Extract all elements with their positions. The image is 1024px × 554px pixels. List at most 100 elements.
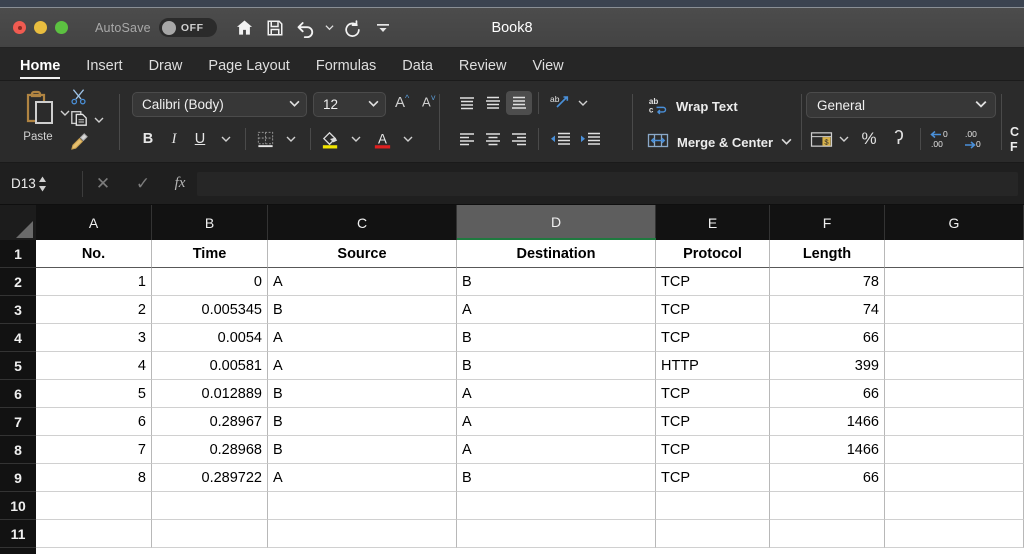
cell-D11[interactable] bbox=[457, 520, 656, 548]
cell-E6[interactable]: TCP bbox=[656, 380, 770, 408]
row-header-5[interactable]: 5 bbox=[0, 352, 36, 380]
row-header-1[interactable]: 1 bbox=[0, 240, 36, 268]
cell-B4[interactable]: 0.0054 bbox=[152, 324, 268, 352]
cell-A1[interactable]: No. bbox=[36, 240, 152, 268]
cell-D6[interactable]: A bbox=[457, 380, 656, 408]
paste-button[interactable]: Paste bbox=[16, 89, 60, 151]
align-bottom-button[interactable] bbox=[506, 91, 532, 115]
cell-E4[interactable]: TCP bbox=[656, 324, 770, 352]
cell-B2[interactable]: 0 bbox=[152, 268, 268, 296]
accounting-caret-icon[interactable] bbox=[834, 126, 854, 152]
cell-F11[interactable] bbox=[770, 520, 885, 548]
tab-data[interactable]: Data bbox=[389, 58, 446, 80]
cell-G4[interactable] bbox=[885, 324, 1024, 352]
row-header-11[interactable]: 11 bbox=[0, 520, 36, 548]
save-icon[interactable] bbox=[260, 13, 291, 43]
conditional-formatting-button[interactable]: C F bbox=[1010, 125, 1019, 155]
row-header-10[interactable]: 10 bbox=[0, 492, 36, 520]
column-header-a[interactable]: A bbox=[36, 205, 152, 240]
cell-C11[interactable] bbox=[268, 520, 457, 548]
column-header-g[interactable]: G bbox=[885, 205, 1024, 240]
tab-review[interactable]: Review bbox=[446, 58, 520, 80]
cancel-x-icon[interactable]: ✕ bbox=[83, 163, 123, 205]
borders-icon[interactable] bbox=[252, 126, 278, 152]
cell-A3[interactable]: 2 bbox=[36, 296, 152, 324]
tab-view[interactable]: View bbox=[519, 58, 576, 80]
row-header-3[interactable]: 3 bbox=[0, 296, 36, 324]
row-header-7[interactable]: 7 bbox=[0, 408, 36, 436]
cell-E5[interactable]: HTTP bbox=[656, 352, 770, 380]
column-header-b[interactable]: B bbox=[152, 205, 268, 240]
name-box-spinner-icon[interactable] bbox=[38, 176, 47, 192]
row-header-6[interactable]: 6 bbox=[0, 380, 36, 408]
cell-G1[interactable] bbox=[885, 240, 1024, 268]
cell-E2[interactable]: TCP bbox=[656, 268, 770, 296]
row-header-4[interactable]: 4 bbox=[0, 324, 36, 352]
cell-F6[interactable]: 66 bbox=[770, 380, 885, 408]
cell-G9[interactable] bbox=[885, 464, 1024, 492]
cell-D5[interactable]: B bbox=[457, 352, 656, 380]
cell-A5[interactable]: 4 bbox=[36, 352, 152, 380]
cell-C9[interactable]: A bbox=[268, 464, 457, 492]
formula-input[interactable] bbox=[197, 171, 1018, 196]
cell-F3[interactable]: 74 bbox=[770, 296, 885, 324]
wrap-text-button[interactable]: ab c Wrap Text bbox=[647, 95, 738, 118]
autosave-toggle[interactable]: OFF bbox=[158, 18, 217, 37]
borders-caret-icon[interactable] bbox=[278, 126, 304, 152]
cell-B11[interactable] bbox=[152, 520, 268, 548]
row-header-8[interactable]: 8 bbox=[0, 436, 36, 464]
cell-A7[interactable]: 6 bbox=[36, 408, 152, 436]
row-header-9[interactable]: 9 bbox=[0, 464, 36, 492]
underline-button[interactable]: U bbox=[187, 126, 213, 152]
cell-D9[interactable]: B bbox=[457, 464, 656, 492]
cell-G11[interactable] bbox=[885, 520, 1024, 548]
insert-function-icon[interactable]: fx bbox=[163, 163, 197, 205]
font-color-icon[interactable]: A bbox=[369, 126, 395, 152]
cell-D1[interactable]: Destination bbox=[457, 240, 656, 268]
copy-icon[interactable] bbox=[70, 109, 88, 132]
cell-G10[interactable] bbox=[885, 492, 1024, 520]
cell-C2[interactable]: A bbox=[268, 268, 457, 296]
column-header-f[interactable]: F bbox=[770, 205, 885, 240]
autosave-control[interactable]: AutoSave OFF bbox=[95, 18, 217, 37]
tab-home[interactable]: Home bbox=[7, 58, 73, 80]
cell-A9[interactable]: 8 bbox=[36, 464, 152, 492]
cell-F8[interactable]: 1466 bbox=[770, 436, 885, 464]
number-format-select[interactable]: General bbox=[806, 92, 996, 118]
name-box[interactable]: D13 bbox=[0, 163, 72, 205]
font-size-select[interactable]: 12 bbox=[313, 92, 386, 117]
align-left-button[interactable] bbox=[454, 127, 480, 151]
font-color-caret-icon[interactable] bbox=[395, 126, 421, 152]
cell-B9[interactable]: 0.289722 bbox=[152, 464, 268, 492]
cell-A4[interactable]: 3 bbox=[36, 324, 152, 352]
cell-C8[interactable]: B bbox=[268, 436, 457, 464]
tab-insert[interactable]: Insert bbox=[73, 58, 135, 80]
tab-formulas[interactable]: Formulas bbox=[303, 58, 389, 80]
cell-C5[interactable]: A bbox=[268, 352, 457, 380]
cell-B7[interactable]: 0.28967 bbox=[152, 408, 268, 436]
cell-C7[interactable]: B bbox=[268, 408, 457, 436]
customize-caret-icon[interactable] bbox=[368, 13, 399, 43]
merge-caret-icon[interactable] bbox=[781, 135, 792, 150]
fill-color-icon[interactable] bbox=[317, 126, 343, 152]
close-button[interactable] bbox=[13, 21, 26, 34]
cell-F10[interactable] bbox=[770, 492, 885, 520]
align-right-button[interactable] bbox=[506, 127, 532, 151]
cell-D2[interactable]: B bbox=[457, 268, 656, 296]
cell-E1[interactable]: Protocol bbox=[656, 240, 770, 268]
column-header-d[interactable]: D bbox=[457, 205, 656, 240]
cell-C4[interactable]: A bbox=[268, 324, 457, 352]
comma-style-button[interactable]: ʔ bbox=[884, 126, 914, 152]
font-family-select[interactable]: Calibri (Body) bbox=[132, 92, 307, 117]
merge-center-button[interactable]: Merge & Center bbox=[647, 131, 792, 153]
cell-A11[interactable] bbox=[36, 520, 152, 548]
column-header-e[interactable]: E bbox=[656, 205, 770, 240]
cell-E9[interactable]: TCP bbox=[656, 464, 770, 492]
tab-draw[interactable]: Draw bbox=[136, 58, 196, 80]
increase-font-size-button[interactable]: A^ bbox=[395, 93, 409, 111]
cell-D8[interactable]: A bbox=[457, 436, 656, 464]
cell-A2[interactable]: 1 bbox=[36, 268, 152, 296]
undo-icon[interactable] bbox=[291, 13, 322, 43]
decrease-decimal-icon[interactable]: .00 0 bbox=[961, 126, 995, 152]
cell-F5[interactable]: 399 bbox=[770, 352, 885, 380]
